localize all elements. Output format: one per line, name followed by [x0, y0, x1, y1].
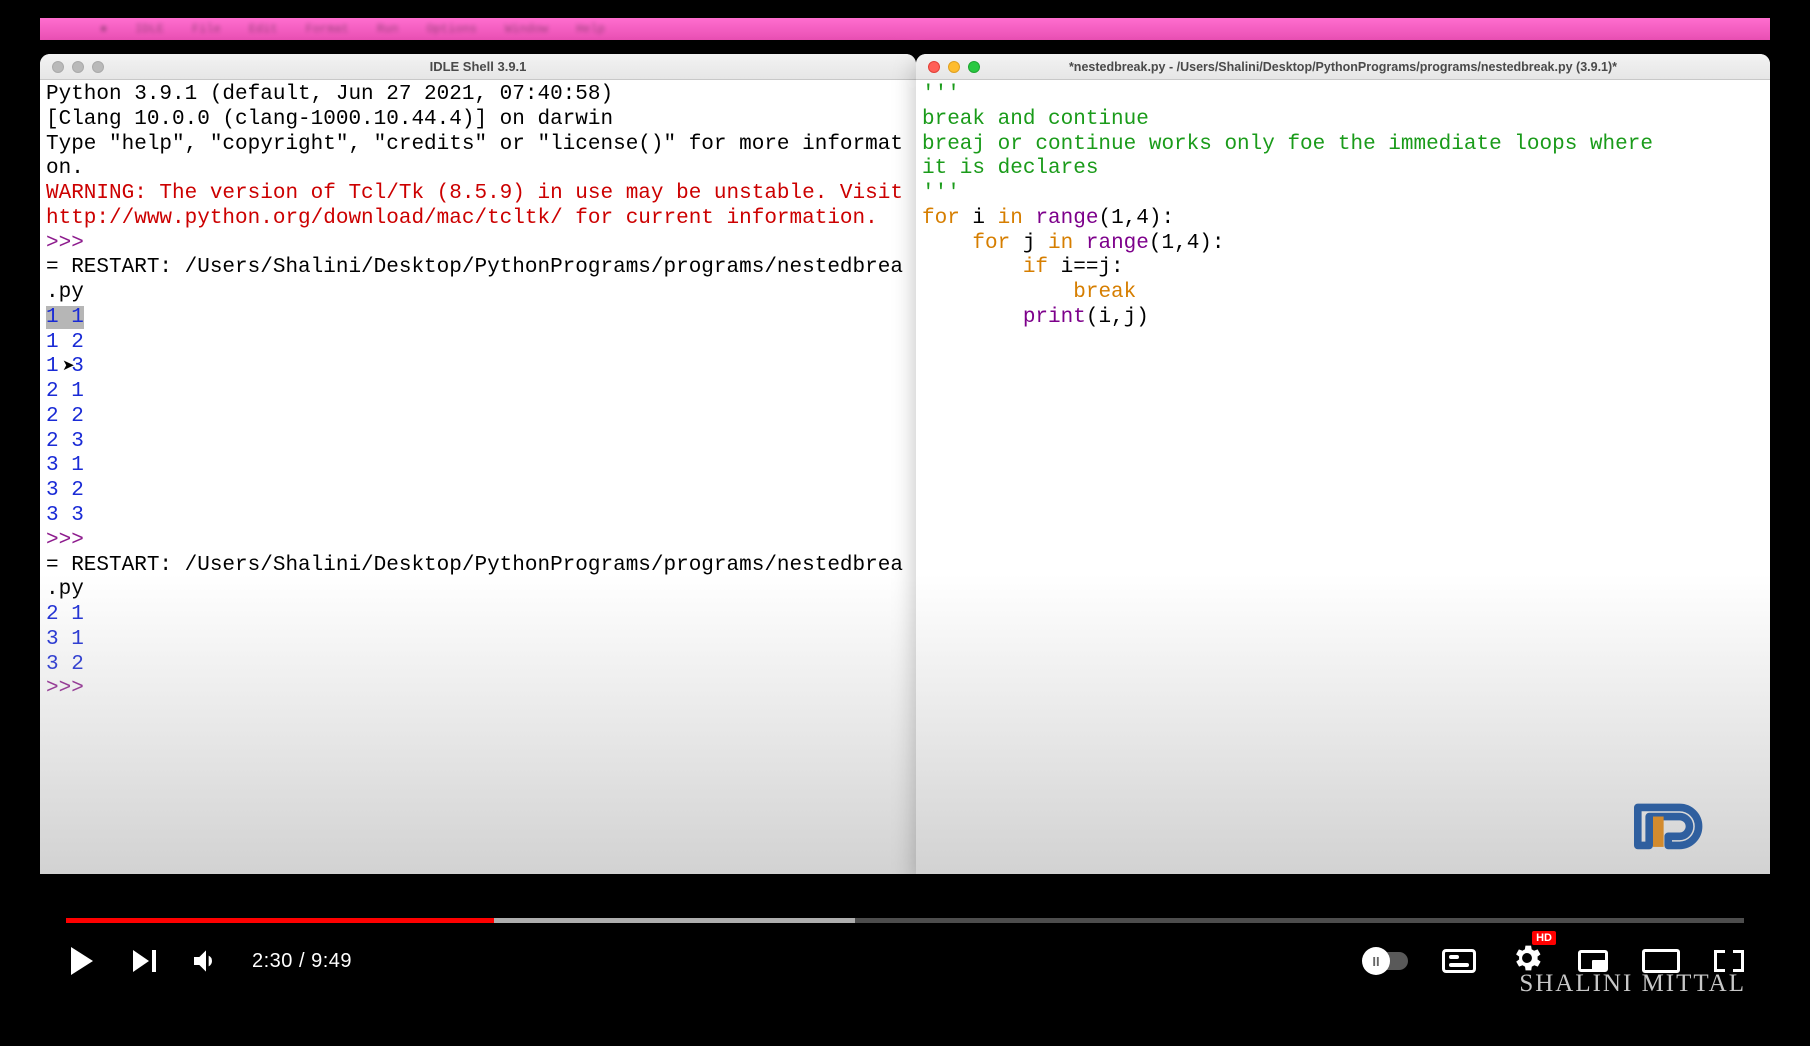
editor-code[interactable]: ''' break and continue breaj or continue…	[916, 80, 1770, 874]
close-icon[interactable]	[928, 61, 940, 73]
macos-menu-blur: ●IDLEFileEditFormatRunOptionsWindowHelp	[40, 18, 1770, 40]
out-row: 3 2	[46, 479, 84, 502]
volume-icon	[190, 945, 222, 977]
play-button[interactable]	[66, 945, 98, 977]
duration: 9:49	[311, 950, 352, 972]
kw-if: if	[1023, 256, 1048, 279]
volume-button[interactable]	[190, 945, 222, 977]
mouse-cursor-icon: ➤	[62, 356, 75, 374]
out-row: 2 2	[46, 405, 84, 428]
next-icon	[133, 950, 149, 972]
current-time: 2:30	[252, 950, 293, 972]
docstring-line: breaj or continue works only foe the imm…	[922, 133, 1653, 156]
captions-button[interactable]	[1442, 949, 1476, 973]
gear-icon	[1510, 941, 1544, 981]
zoom-icon[interactable]	[92, 61, 104, 73]
pause-icon: II	[1362, 947, 1390, 975]
time-display: 2:30 / 9:49	[252, 950, 352, 973]
play-icon	[71, 947, 93, 975]
editor-title: *nestedbreak.py - /Users/Shalini/Desktop…	[916, 60, 1770, 74]
out-row: 1 2	[46, 331, 84, 354]
channel-logo-icon	[1634, 796, 1710, 858]
fullscreen-button[interactable]	[1714, 950, 1744, 972]
video-player-controls: 2:30 / 9:49 II HD	[40, 918, 1770, 998]
out-row: 3 2	[46, 653, 84, 676]
fn-range: range	[1086, 232, 1149, 255]
docstring-open: '''	[922, 83, 960, 106]
shell-warning-2: http://www.python.org/download/mac/tcltk…	[46, 207, 878, 230]
minimize-icon[interactable]	[72, 61, 84, 73]
progress-bar[interactable]	[66, 918, 1744, 923]
shell-prompt: >>>	[46, 677, 96, 700]
shell-warning-1: WARNING: The version of Tcl/Tk (8.5.9) i…	[46, 182, 903, 205]
video-player-frame: ●IDLEFileEditFormatRunOptionsWindowHelp …	[40, 18, 1770, 998]
shell-banner-1: Python 3.9.1 (default, Jun 27 2021, 07:4…	[46, 83, 626, 106]
settings-button[interactable]: HD	[1510, 941, 1544, 981]
shell-restart-2a: = RESTART: /Users/Shalini/Desktop/Python…	[46, 554, 903, 577]
theater-mode-button[interactable]	[1642, 949, 1680, 973]
shell-banner-3b: on.	[46, 157, 84, 180]
out-row: 2 3	[46, 430, 84, 453]
out-row: 3 1	[46, 628, 84, 651]
shell-restart-2b: .py	[46, 578, 84, 601]
zoom-icon[interactable]	[968, 61, 980, 73]
out-row: 3 1	[46, 454, 84, 477]
kw-break: break	[1073, 281, 1136, 304]
miniplayer-button[interactable]	[1578, 950, 1608, 972]
selected-output: 1 1	[46, 306, 84, 329]
kw-in: in	[998, 207, 1023, 230]
idle-shell-window[interactable]: IDLE Shell 3.9.1 Python 3.9.1 (default, …	[40, 54, 916, 874]
progress-played	[66, 918, 494, 923]
kw-in: in	[1048, 232, 1073, 255]
docstring-close: '''	[922, 182, 960, 205]
out-row: 2 1	[46, 380, 84, 403]
traffic-lights-inactive[interactable]	[52, 61, 104, 73]
shell-prompt: >>>	[46, 529, 96, 552]
shell-output[interactable]: Python 3.9.1 (default, Jun 27 2021, 07:4…	[40, 80, 916, 874]
next-button[interactable]	[128, 945, 160, 977]
kw-for: for	[972, 232, 1010, 255]
shell-banner-3: Type "help", "copyright", "credits" or "…	[46, 133, 903, 156]
docstring-line: it is declares	[922, 157, 1098, 180]
shell-banner-2: [Clang 10.0.0 (clang-1000.10.44.4)] on d…	[46, 108, 613, 131]
close-icon[interactable]	[52, 61, 64, 73]
kw-for: for	[922, 207, 960, 230]
out-row: 3 3	[46, 504, 84, 527]
shell-prompt: >>>	[46, 232, 96, 255]
autoplay-toggle[interactable]: II	[1364, 952, 1408, 970]
shell-titlebar[interactable]: IDLE Shell 3.9.1	[40, 54, 916, 80]
traffic-lights-active[interactable]	[928, 61, 980, 73]
fn-range: range	[1035, 207, 1098, 230]
shell-restart-1a: = RESTART: /Users/Shalini/Desktop/Python…	[46, 256, 903, 279]
hd-badge: HD	[1532, 931, 1556, 945]
minimize-icon[interactable]	[948, 61, 960, 73]
out-row: 2 1	[46, 603, 84, 626]
idle-editor-window[interactable]: *nestedbreak.py - /Users/Shalini/Desktop…	[916, 54, 1770, 874]
fn-print: print	[1023, 306, 1086, 329]
shell-title: IDLE Shell 3.9.1	[40, 59, 916, 74]
shell-restart-1b: .py	[46, 281, 84, 304]
editor-titlebar[interactable]: *nestedbreak.py - /Users/Shalini/Desktop…	[916, 54, 1770, 80]
docstring-line: break and continue	[922, 108, 1149, 131]
